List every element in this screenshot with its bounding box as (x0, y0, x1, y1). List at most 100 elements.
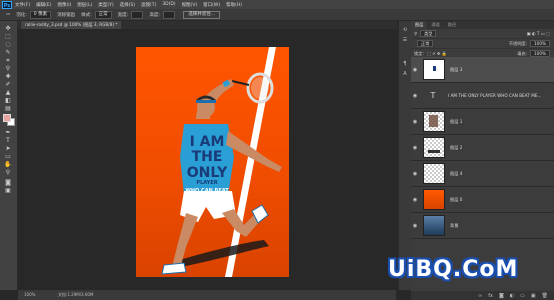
layer-row[interactable]: ◉ 图层 2 (411, 135, 554, 161)
layer-thumbnail (423, 163, 445, 184)
new-group-icon[interactable]: ▭ (520, 293, 525, 299)
move-tool-icon[interactable]: ✥ (2, 25, 14, 32)
tab-paths[interactable]: 路径 (444, 22, 460, 28)
menu-help[interactable]: 帮助(H) (226, 2, 242, 8)
properties-icon[interactable]: ☰ (401, 37, 409, 44)
document-size: 文档:1.29M/3.60M (58, 292, 94, 297)
lock-icons[interactable]: ⬚ ✐ ✥ 🔒 (427, 51, 447, 57)
fill-input[interactable]: 100% (530, 50, 550, 57)
shirt-text-line-2: THE (192, 149, 223, 165)
filter-icons[interactable]: ▣ ◐ T ▭ ⬚ (527, 31, 550, 36)
gradient-tool-icon[interactable]: ▤ (2, 105, 14, 112)
brush-tool-icon[interactable]: ✐ (2, 81, 14, 88)
filter-row: ⚲ 类型 ▣ ◐ T ▭ ⬚ (411, 29, 554, 39)
tab-channels[interactable]: 通道 (427, 22, 443, 28)
character-icon[interactable]: A (401, 71, 409, 78)
layer-kind-select[interactable]: 类型 (420, 30, 437, 37)
healing-brush-tool-icon[interactable]: ✚ (2, 73, 14, 80)
layer-name: 图层 0 (450, 196, 463, 202)
pen-tool-icon[interactable]: ✒ (2, 129, 14, 136)
menu-3d[interactable]: 3D(D) (162, 2, 175, 7)
marquee-tool-icon[interactable]: ⬚ (2, 33, 14, 40)
layer-thumbnail (423, 111, 445, 132)
shirt-text-line-1: I AM (190, 134, 225, 150)
layer-row[interactable]: ◉ 背景 (411, 213, 554, 239)
paragraph-icon[interactable]: ¶ (401, 61, 409, 68)
layer-style-icon[interactable]: fx (488, 293, 493, 299)
style-select[interactable]: 正常 (94, 10, 112, 19)
select-and-mask-button[interactable]: 选择并遮住... (183, 10, 221, 19)
layers-list: ◉ 图层 3 ◉ T I AM THE ONLY PLAYER WHO CAN … (411, 57, 554, 239)
panel-tabs: 图层 通道 路径 (411, 21, 554, 29)
layer-row[interactable]: ◉ 图层 0 (411, 187, 554, 213)
feather-label: 羽化: (16, 12, 27, 18)
layer-row[interactable]: ◉ 图层 4 (411, 161, 554, 187)
layer-row[interactable]: ◉ 图层 1 (411, 109, 554, 135)
opacity-input[interactable]: 100% (530, 40, 550, 47)
menu-window[interactable]: 窗口(W) (203, 2, 220, 8)
adjustment-layer-icon[interactable]: ◐ (510, 293, 514, 299)
document-tab-bar: rallie-roddy_3.psd @ 100% (图层 3, RGB/8) … (17, 21, 397, 29)
style-label: 样式: (81, 12, 92, 18)
height-input[interactable] (162, 10, 176, 19)
eye-icon[interactable]: ◉ (411, 145, 419, 151)
hand-tool-icon[interactable]: ✋ (2, 161, 14, 168)
menu-view[interactable]: 视图(V) (182, 2, 198, 8)
eye-icon[interactable]: ◉ (411, 223, 419, 229)
type-tool-icon[interactable]: T (2, 137, 14, 144)
eye-icon[interactable]: ◉ (411, 197, 419, 203)
foreground-color-swatch[interactable] (3, 114, 11, 122)
layer-row[interactable]: ◉ T I AM THE ONLY PLAYER WHO CAN BEAT ME… (411, 83, 554, 109)
width-input[interactable] (131, 10, 144, 19)
lasso-tool-icon[interactable]: ◌ (2, 41, 14, 48)
path-select-tool-icon[interactable]: ➤ (2, 145, 14, 152)
stamp-tool-icon[interactable]: ▲ (2, 89, 14, 96)
document-tab[interactable]: rallie-roddy_3.psd @ 100% (图层 3, RGB/8) … (21, 21, 122, 29)
quick-select-tool-icon[interactable]: ✎ (2, 49, 14, 56)
canvas-area[interactable]: I AM THE ONLY PLAYER WHO CAN BEAT ME (18, 29, 396, 290)
eye-icon[interactable]: ◉ (411, 119, 419, 125)
feather-input[interactable]: 0 像素 (29, 10, 52, 19)
menu-file[interactable]: 文件(F) (15, 2, 30, 8)
marquee-tool-icon[interactable]: ▭ (6, 12, 10, 17)
delete-layer-icon[interactable]: 🗑 (542, 293, 548, 299)
menu-image[interactable]: 图像(I) (57, 2, 71, 8)
crop-tool-icon[interactable]: ⌗ (2, 57, 14, 64)
layer-name: 图层 3 (450, 66, 463, 72)
eyedropper-tool-icon[interactable]: ⚲ (2, 65, 14, 72)
height-label: 高度: (149, 12, 160, 18)
tab-layers[interactable]: 图层 (411, 21, 428, 29)
eye-icon[interactable]: ◉ (411, 171, 419, 177)
add-mask-icon[interactable]: ◙ (499, 293, 504, 299)
menu-filter[interactable]: 滤镜(T) (141, 2, 156, 8)
menu-type[interactable]: 类型(Y) (98, 2, 113, 8)
lock-label: 锁定: (414, 50, 424, 56)
layer-row[interactable]: ◉ 图层 3 (411, 57, 554, 83)
document-canvas[interactable]: I AM THE ONLY PLAYER WHO CAN BEAT ME (136, 47, 289, 277)
shape-tool-icon[interactable]: ▭ (2, 153, 14, 160)
eraser-tool-icon[interactable]: ◧ (2, 97, 14, 104)
left-shoe (161, 262, 187, 275)
options-bar: ▭ 羽化: 0 像素 消除锯齿 样式: 正常 宽度: 高度: 选择并遮住... (0, 9, 554, 21)
new-layer-icon[interactable]: ▣ (531, 293, 536, 299)
eye-icon[interactable]: ◉ (411, 67, 419, 73)
search-icon: ⚲ (414, 31, 418, 36)
racket-strings (251, 77, 269, 99)
shirt-big-text: ME (200, 196, 222, 211)
quick-mask-icon[interactable]: ◙ (2, 179, 14, 186)
menu-edit[interactable]: 编辑(E) (36, 2, 51, 8)
blend-mode-select[interactable]: 正常 (417, 40, 434, 47)
menu-bar: Ps 文件(F) 编辑(E) 图像(I) 图层(L) 类型(Y) 选择(S) 滤… (0, 0, 554, 9)
zoom-level[interactable]: 100% (24, 292, 35, 297)
status-bar: 100% 文档:1.29M/3.60M (18, 290, 396, 300)
history-icon[interactable]: ⟲ (401, 27, 409, 34)
zoom-tool-icon[interactable]: ⚲ (2, 169, 14, 176)
screen-mode-icon[interactable]: ▣ (2, 187, 14, 194)
racket-handle (231, 80, 250, 86)
layer-thumbnail (423, 59, 445, 80)
menu-select[interactable]: 选择(S) (120, 2, 135, 8)
menu-layer[interactable]: 图层(L) (77, 2, 92, 8)
anti-alias-checkbox[interactable]: 消除锯齿 (57, 12, 75, 18)
eye-icon[interactable]: ◉ (411, 93, 419, 99)
link-layers-icon[interactable]: ∞ (478, 293, 482, 299)
